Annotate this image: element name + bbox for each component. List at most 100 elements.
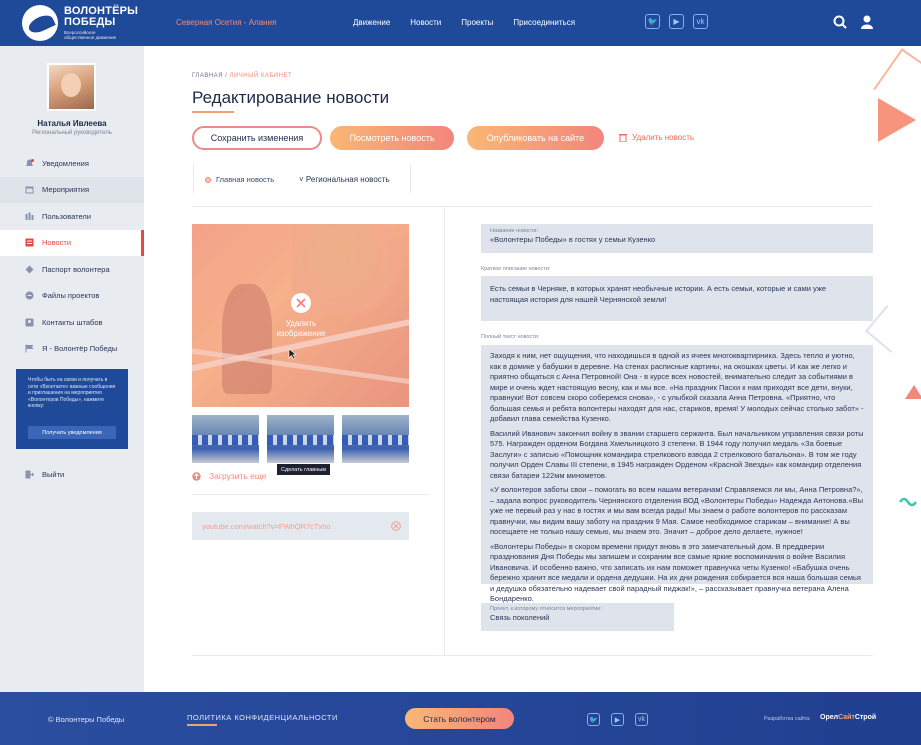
full-text-paragraph: «У волонтеров заботы свои – помогать во … xyxy=(490,485,864,536)
flag-icon xyxy=(25,344,34,353)
youtube-icon[interactable]: ▶ xyxy=(669,14,684,29)
sidebar-item-label: Контакты штабов xyxy=(42,317,103,327)
become-volunteer-button[interactable]: Стать волонтером xyxy=(405,708,514,729)
radio-selected-icon xyxy=(205,176,211,183)
cursor-icon xyxy=(288,348,297,360)
youtube-link-input[interactable]: youtube.com/watch?v=FWhQR7cTxho xyxy=(192,512,409,540)
close-icon[interactable] xyxy=(291,293,311,313)
sidebar-item-contacts[interactable]: Контакты штабов xyxy=(0,309,144,336)
decor-triangle-icon xyxy=(878,98,916,142)
developer-label: Разработка сайта: xyxy=(764,716,811,722)
breadcrumb-current: ЛИЧНЫЙ КАБИНЕТ xyxy=(229,73,293,79)
image-thumbnail[interactable] xyxy=(342,415,409,463)
contacts-icon xyxy=(25,318,34,327)
sidebar-item-events[interactable]: Мероприятия xyxy=(0,176,144,203)
subscribe-notifications-button[interactable]: Получать уведомления xyxy=(28,426,116,439)
sidebar-item-label: Я - Волонтёр Победы xyxy=(42,344,118,354)
full-text-paragraph: «Волонтеры Победы» в скором времени прид… xyxy=(490,541,861,604)
divider xyxy=(192,206,873,207)
logout-link[interactable]: Выйти xyxy=(25,470,64,479)
site-footer: © Волонтеры Победы ПОЛИТИКА КОНФИДЕНЦИАЛ… xyxy=(0,692,921,745)
region-selector[interactable]: Северная Осетия - Алания xyxy=(176,18,276,27)
upload-more-label: Загрузить еще xyxy=(209,471,267,481)
logout-label: Выйти xyxy=(42,470,65,479)
main-news-image[interactable] xyxy=(192,224,409,407)
breadcrumb-home[interactable]: ГЛАВНАЯ xyxy=(192,73,223,79)
publish-button[interactable]: Опубликовать на сайте xyxy=(467,126,604,150)
image-thumbnail[interactable] xyxy=(192,415,259,463)
sidebar-item-users[interactable]: Пользователи xyxy=(0,203,144,230)
user-icon[interactable] xyxy=(861,15,873,29)
full-text-field[interactable]: Заходя к ним, нет ощущения, что находишь… xyxy=(481,345,873,603)
short-description-field[interactable]: Есть семьи в Черняке, в которых хранят н… xyxy=(481,276,873,321)
project-value: Связь поколений xyxy=(490,613,550,622)
vk-icon[interactable]: vk xyxy=(635,713,648,726)
sidebar-item-label: Уведомления xyxy=(42,158,89,168)
footer-social: 🐦 ▶ vk xyxy=(587,713,648,726)
divider xyxy=(444,207,445,655)
sidebar: Наталья Ивлеева Региональный руководител… xyxy=(0,46,144,692)
breadcrumb-separator: / xyxy=(225,73,228,79)
sidebar-item-passport[interactable]: Паспорт волонтера xyxy=(0,256,144,283)
type-regional-label: Региональная новость xyxy=(305,175,390,184)
clear-icon[interactable] xyxy=(391,521,401,531)
sidebar-item-label: Пользователи xyxy=(42,211,91,221)
chevron-down-icon: ˅ xyxy=(299,175,304,184)
logout-icon xyxy=(25,470,34,479)
news-title-label: Название новости: xyxy=(490,228,538,234)
full-text-paragraph: Василий Иванович закончил войну в звании… xyxy=(490,428,864,480)
divider xyxy=(192,494,429,495)
type-main-label: Главная новость xyxy=(216,175,275,184)
user-name: Наталья Ивлеева xyxy=(37,119,107,128)
twitter-icon[interactable]: 🐦 xyxy=(587,713,600,726)
users-icon xyxy=(25,212,34,220)
vk-notice: Чтобы быть на связи и получать в сети «В… xyxy=(16,369,128,449)
breadcrumb: ГЛАВНАЯ / ЛИЧНЫЙ КАБИНЕТ xyxy=(192,73,292,79)
nav-movement[interactable]: Движение xyxy=(353,18,390,27)
project-select[interactable]: Проект, к которому относится мероприятие… xyxy=(481,603,674,631)
twitter-icon[interactable]: 🐦 xyxy=(645,14,660,29)
sidebar-item-i-am-volunteer[interactable]: Я - Волонтёр Победы xyxy=(0,336,144,363)
sidebar-item-files[interactable]: Файлы проектов xyxy=(0,283,144,310)
user-role: Региональный руководитель xyxy=(32,130,112,136)
short-description-label: Краткое описание новости: xyxy=(481,266,551,272)
news-title-value: «Волонтеры Победы» в гостях у семьи Кузе… xyxy=(490,235,656,244)
search-icon[interactable] xyxy=(833,15,847,29)
passport-icon xyxy=(25,265,34,274)
sidebar-item-news[interactable]: Новости xyxy=(0,229,144,256)
nav-news[interactable]: Новости xyxy=(410,18,441,27)
vk-icon[interactable]: vk xyxy=(693,14,708,29)
site-header: ВОЛОНТЁРЫ ПОБЕДЫ Всероссийское обществен… xyxy=(0,0,921,46)
logo[interactable]: ВОЛОНТЁРЫ ПОБЕДЫ Всероссийское обществен… xyxy=(22,5,162,41)
view-news-button[interactable]: Посмотреть новость xyxy=(330,126,454,150)
type-regional-news[interactable]: ˅ Региональная новость xyxy=(299,175,390,184)
upload-more-button[interactable]: Загрузить еще xyxy=(192,471,267,481)
decor-triangle-icon xyxy=(905,385,921,399)
nav-projects[interactable]: Проекты xyxy=(461,18,493,27)
news-icon xyxy=(25,238,34,247)
news-title-field[interactable]: Название новости: «Волонтеры Победы» в г… xyxy=(481,224,873,253)
logo-title-line2: ПОБЕДЫ xyxy=(64,16,116,28)
upload-icon xyxy=(192,471,201,481)
developer-name-part3: Строй xyxy=(854,714,877,721)
youtube-icon[interactable]: ▶ xyxy=(611,713,624,726)
avatar[interactable] xyxy=(47,63,96,111)
delete-image-label[interactable]: Удалить изображение xyxy=(262,319,340,339)
bell-icon xyxy=(26,158,34,166)
delete-news-button[interactable]: Удалить новость xyxy=(619,133,694,142)
sidebar-item-label: Паспорт волонтера xyxy=(42,264,110,274)
delete-news-label: Удалить новость xyxy=(632,133,695,142)
main-nav: Движение Новости Проекты Присоединиться xyxy=(353,18,575,27)
type-main-news[interactable]: Главная новость xyxy=(205,175,274,184)
developer-name-part2: Сайт xyxy=(838,714,855,721)
developer-name[interactable]: ОрелСайтСтрой xyxy=(820,714,876,721)
calendar-icon xyxy=(25,186,34,194)
save-changes-button[interactable]: Сохранить изменения xyxy=(192,126,322,150)
image-thumbnail[interactable] xyxy=(267,415,334,463)
header-social: 🐦 ▶ vk xyxy=(645,14,708,29)
nav-join[interactable]: Присоединиться xyxy=(513,18,575,27)
sidebar-item-notifications[interactable]: Уведомления xyxy=(0,150,144,177)
privacy-policy-link[interactable]: ПОЛИТИКА КОНФИДЕНЦИАЛЬНОСТИ xyxy=(187,713,338,722)
full-text-label: Полный текст новости: xyxy=(481,334,540,340)
policy-underline xyxy=(187,724,217,726)
